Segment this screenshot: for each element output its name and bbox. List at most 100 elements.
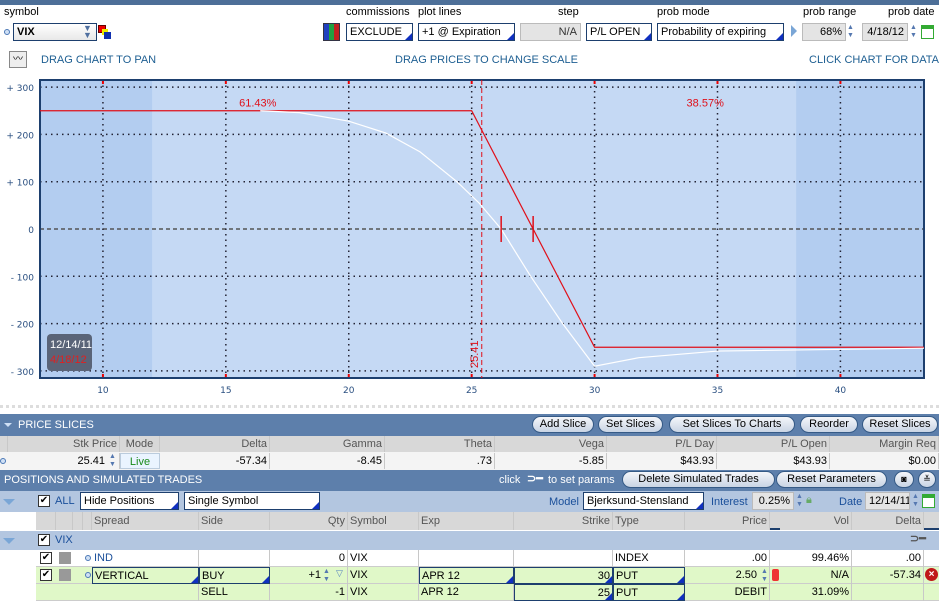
header-spread[interactable]: Spread [92,512,199,530]
cell-type[interactable]: PUT [613,567,685,584]
header-qty[interactable]: Qty [270,512,348,530]
cell-exp[interactable]: APR 12 [419,567,514,584]
stk-price-spinner-icon[interactable]: ▲ ▼ [108,453,117,469]
prob-range-field[interactable]: 68% [802,23,846,41]
row-checkbox[interactable]: ✔ [40,552,52,564]
reset-parameters-button[interactable]: Reset Parameters [776,471,887,488]
add-slice-button[interactable]: Add Slice [532,416,594,433]
date-spinner-icon[interactable]: ▲ ▼ [911,493,920,509]
header-gamma[interactable]: Gamma [270,436,385,452]
drag-scale-hint: DRAG PRICES TO CHANGE SCALE [395,54,578,66]
header-exp[interactable]: Exp [419,512,514,530]
header-pl-day[interactable]: P/L Day [607,436,717,452]
positions-table: Spread Side Qty Symbol Exp Strike Type Price Vol… [0,512,939,603]
date-field[interactable]: 12/14/11 [865,492,910,510]
date-calendar-icon[interactable] [922,494,935,508]
symbol-dot-icon [4,29,10,35]
positions-title: POSITIONS AND SIMULATED TRADES [4,474,203,486]
cell-exp [419,550,514,567]
step-label: step [558,6,579,18]
prob-range-spinner-icon[interactable]: ▲ ▼ [846,24,855,40]
delete-simulated-trades-button[interactable]: Delete Simulated Trades [622,471,775,488]
header-symbol[interactable]: Symbol [348,512,419,530]
header-margin-req[interactable]: Margin Req [830,436,939,452]
header-spacer [56,512,73,530]
grid-color-icon[interactable] [323,23,340,41]
step-field[interactable]: N/A [520,23,581,41]
header-type[interactable]: Type [613,512,685,530]
y-tick-label: + 200 [6,131,34,141]
header-delta[interactable]: Delta [852,512,924,530]
header-spacer [36,512,56,530]
header-side[interactable]: Side [199,512,270,530]
header-delta[interactable]: Delta [160,436,270,452]
prob-date-field[interactable]: 4/18/12 [862,23,908,41]
group-checkbox[interactable]: ✔ [38,534,50,546]
chart-type-icon[interactable]: 〰 [9,51,27,68]
price-lock-icon[interactable] [772,569,779,581]
cell-side[interactable]: BUY [199,567,270,584]
interest-field[interactable]: 0.25% [752,492,794,510]
qty-dropdown-icon[interactable]: ▽ [336,568,343,579]
row-dot-icon [85,572,91,578]
header-pl-open[interactable]: P/L Open [717,436,830,452]
y-tick-label: - 200 [11,321,35,331]
risk-profile-chart[interactable]: + 300 + 200 + 100 0 - 100 - 200 - 300 10 15 20 25 3… [0,76,939,406]
interest-lock-icon[interactable]: 🔒︎ [806,494,812,507]
slice-stk-price[interactable]: 25.41 [8,453,120,469]
set-slices-button[interactable]: Set Slices [598,416,663,433]
cell-delta: .00 [852,550,924,567]
group-wrench-icon[interactable]: ⊃━ [910,532,926,545]
row-dot-icon [85,555,91,561]
header-theta[interactable]: Theta [385,436,495,452]
commissions-select[interactable]: EXCLUDE [346,23,413,41]
collapse-icon[interactable] [4,423,12,427]
slice-delta: -57.34 [160,453,270,469]
price-spinner-icon[interactable]: ▲ ▼ [760,568,769,584]
pl-mode-select[interactable]: P/L OPEN [586,23,652,41]
color-link-icon[interactable] [98,25,112,39]
header-vol[interactable]: Vol [780,512,852,530]
single-symbol-select[interactable]: Single Symbol [184,492,320,510]
splitter[interactable] [0,405,939,408]
calendar-icon[interactable] [921,25,934,39]
commissions-label: commissions [346,6,410,18]
delete-row-icon[interactable]: × [925,568,938,581]
cell-spread [92,584,199,601]
cell-vol: 99.46% [780,550,852,567]
cell-type[interactable]: PUT [613,584,685,601]
prob-date-spinner-icon[interactable]: ▲ ▼ [909,24,918,40]
model-select[interactable]: Bjerksund-Stensland [583,492,704,510]
all-checkbox[interactable]: ✔ [38,495,50,507]
hide-positions-select[interactable]: Hide Positions [80,492,179,510]
header-stk-price[interactable]: Stk Price [8,436,120,452]
header-mode[interactable]: Mode [120,436,160,452]
share-icon[interactable]: ◙ [894,471,914,488]
expand-arrow-icon[interactable] [791,25,797,37]
slice-mode[interactable]: Live [120,453,160,469]
cell-spread[interactable]: VERTICAL [92,567,199,584]
slice-pl-open: $43.93 [717,453,830,469]
price-slices-header: PRICE SLICES [0,414,939,436]
collapse-group-icon[interactable] [3,538,15,544]
cell-strike[interactable]: 25 [514,584,613,601]
symbol-dropdown-icon[interactable]: ▼ ▼ [83,24,95,40]
header-price[interactable]: Price [685,512,770,530]
header-strike[interactable]: Strike [514,512,613,530]
cell-strike[interactable]: 30 [514,567,613,584]
expiration-date: 4/18/12 [50,354,87,366]
qty-spinner-icon[interactable]: ▲ ▼ [322,568,331,584]
plot-lines-select[interactable]: +1 @ Expiration [418,23,515,41]
slice-dot-icon [0,458,6,464]
set-slices-to-charts-button[interactable]: Set Slices To Charts [669,416,795,433]
collapse-all-icon[interactable] [3,499,15,505]
interest-spinner-icon[interactable]: ▲ ▼ [795,493,804,509]
prob-mode-label: prob mode [657,6,710,18]
header-vega[interactable]: Vega [495,436,607,452]
expand-down-icon[interactable]: ≚ [918,471,936,488]
prob-mode-select[interactable]: Probability of expiring [657,23,784,41]
reset-slices-button[interactable]: Reset Slices [862,416,938,433]
row-checkbox[interactable]: ✔ [40,569,52,581]
reorder-button[interactable]: Reorder [800,416,858,433]
all-label: ALL [55,495,75,507]
